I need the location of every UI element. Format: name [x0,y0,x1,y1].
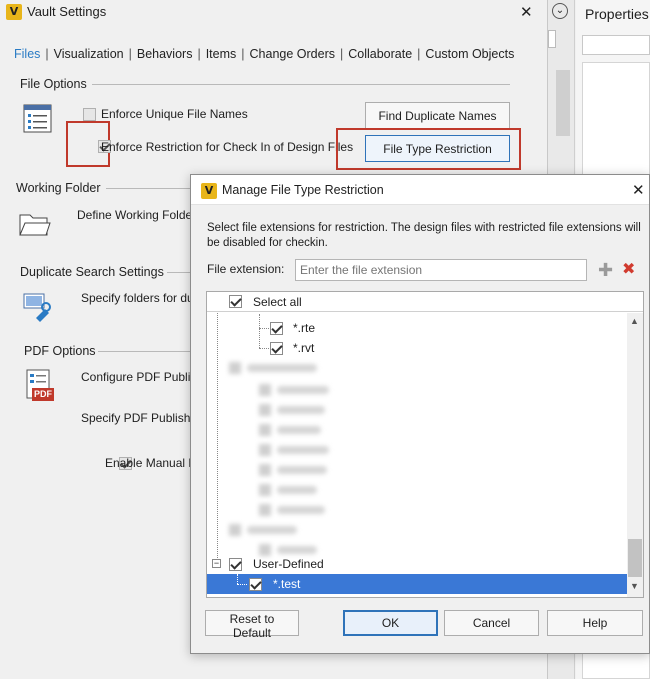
item-checkbox[interactable] [249,578,262,591]
specify-pdf-link[interactable]: Specify PDF Publish l [81,411,196,425]
divider [98,351,196,352]
plus-icon[interactable]: ✚ [598,261,613,279]
pdf-options-label: PDF Options [24,344,96,358]
window-title: Vault Settings [27,4,107,19]
divider [92,84,510,85]
working-folder-label: Working Folder [16,181,101,195]
vault-logo-icon: V [6,4,22,20]
tab-custom-objects[interactable]: Custom Objects [425,47,514,61]
reset-to-default-button[interactable]: Reset to Default [205,610,299,640]
user-defined-row[interactable]: − User-Defined [207,554,627,574]
vault-logo-icon: V [201,183,217,199]
enforce-restriction-label: Enforce Restriction for Check In of Desi… [101,140,354,154]
user-defined-label: User-Defined [253,557,324,571]
find-duplicate-names-button[interactable]: Find Duplicate Names [365,102,510,129]
properties-search[interactable] [582,35,650,55]
select-all-checkbox[interactable] [229,295,242,308]
cancel-button[interactable]: Cancel [444,610,539,636]
define-working-folder-link[interactable]: Define Working Folde [77,208,192,222]
dialog-description: Select file extensions for restriction. … [207,222,641,249]
settings-tabs: Files | Visualization | Behaviors | Items | Chan… [14,47,515,61]
scroll-thumb[interactable] [556,70,570,136]
red-x-icon[interactable]: ✖ [622,261,635,279]
enable-manual-label: Enable Manual P [105,456,197,470]
enforce-unique-label: Enforce Unique File Names [101,107,248,121]
manage-file-type-dialog: V Manage File Type Restriction ✕ Select … [190,174,650,654]
file-type-restriction-button[interactable]: File Type Restriction [365,135,510,162]
pdf-badge-label: PDF [34,389,52,399]
collapse-toggle[interactable]: − [212,559,221,568]
tree-scrollbar[interactable]: ▲ ▼ [627,313,643,597]
tab-collaborate[interactable]: Collaborate [348,47,412,61]
divider [106,188,196,189]
close-icon[interactable]: ✕ [632,181,645,199]
tab-behaviors[interactable]: Behaviors [137,47,193,61]
double-chevron-icon[interactable]: ⌄ [552,3,568,19]
file-options-label: File Options [20,77,87,91]
tab-items[interactable]: Items [206,47,237,61]
properties-title: Properties [585,6,649,22]
tab-files[interactable]: Files [14,47,40,61]
tree-item[interactable]: *.rvt [207,338,627,358]
close-icon[interactable]: ✕ [520,3,533,21]
enforce-unique-checkbox[interactable] [83,108,96,121]
specify-folders-link[interactable]: Specify folders for du [81,291,194,305]
dialog-title: Manage File Type Restriction [222,183,384,197]
tab-visualization[interactable]: Visualization [54,47,124,61]
selected-tree-item[interactable]: *.test [207,574,627,594]
duplicate-search-label: Duplicate Search Settings [20,265,164,279]
scroll-thumb[interactable] [628,539,642,577]
user-defined-checkbox[interactable] [229,558,242,571]
file-extension-label: File extension: [207,262,285,276]
folder-icon [19,210,51,241]
extension-tree: Select all *.rte *.rvt − User-Defined *.… [206,291,644,598]
panel-tab [548,30,556,48]
list-settings-icon [23,104,53,137]
item-label: *.rvt [293,341,315,355]
select-all-label: Select all [253,295,302,309]
tab-change-orders[interactable]: Change Orders [250,47,335,61]
search-settings-icon [23,292,53,325]
item-checkbox[interactable] [270,342,283,355]
dialog-titlebar: V Manage File Type Restriction ✕ [191,175,649,205]
item-checkbox[interactable] [270,322,283,335]
configure-pdf-link[interactable]: Configure PDF Publis [81,370,196,384]
help-button[interactable]: Help [547,610,643,636]
ok-button[interactable]: OK [343,610,438,636]
pdf-icon: PDF [26,369,56,403]
item-label: *.test [273,577,301,591]
tree-item[interactable]: *.rte [207,318,627,338]
item-label: *.rte [293,321,316,335]
select-all-row[interactable]: Select all [207,292,643,312]
file-extension-input[interactable] [295,259,587,281]
